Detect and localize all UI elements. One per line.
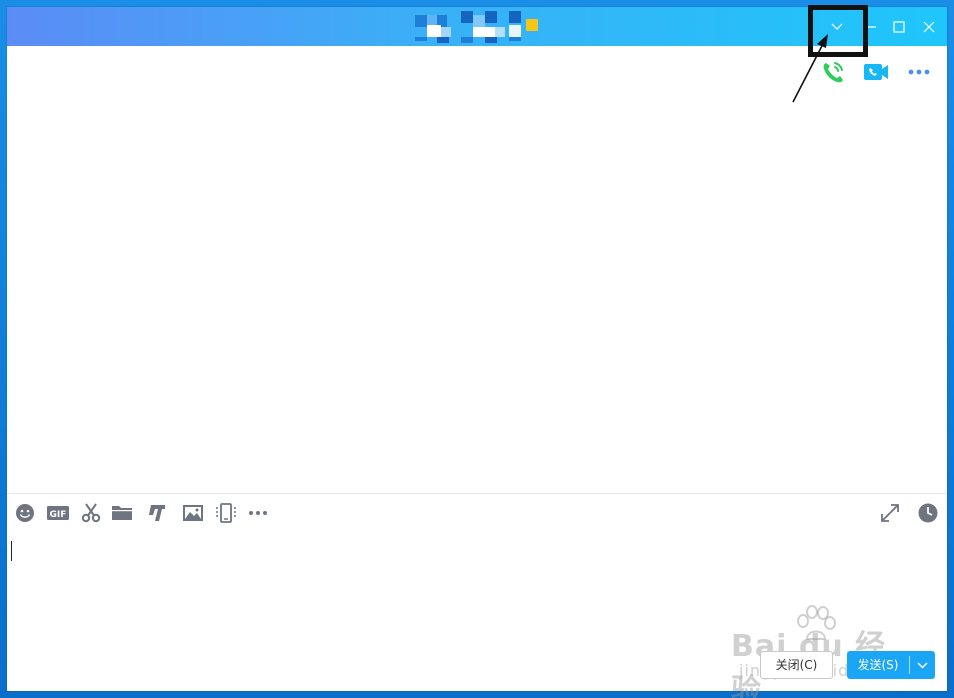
close-icon	[923, 21, 935, 32]
close-button[interactable]: 关闭(C)	[760, 651, 833, 679]
smiley-icon	[16, 504, 34, 522]
more-tools-button[interactable]	[246, 501, 270, 525]
maximize-icon	[893, 20, 905, 33]
chevron-down-icon	[917, 662, 928, 669]
message-history-area[interactable]	[7, 46, 947, 493]
folder-badge-icon	[526, 19, 538, 31]
image-button[interactable]	[181, 501, 205, 525]
emoji-button[interactable]	[13, 501, 37, 525]
clock-icon	[918, 503, 938, 523]
scissors-icon	[81, 503, 101, 523]
expand-input-button[interactable]	[878, 501, 902, 525]
screenshot-button[interactable]	[79, 501, 103, 525]
chat-window: GIF Bai du 经验 关闭(C) 发送(S)	[7, 5, 947, 698]
message-input[interactable]	[7, 529, 947, 647]
input-toolbar: GIF	[7, 501, 947, 527]
image-icon	[183, 505, 203, 521]
send-options-dropdown[interactable]	[910, 651, 935, 679]
send-button-label: 发送(S)	[857, 658, 899, 672]
shake-button[interactable]	[214, 501, 238, 525]
history-button[interactable]	[916, 501, 940, 525]
gif-icon: GIF	[47, 506, 69, 520]
folder-icon	[112, 506, 132, 520]
maximize-button[interactable]	[883, 7, 915, 46]
contact-name-pixelated	[405, 9, 537, 43]
svg-text:GIF: GIF	[50, 510, 67, 520]
text-caret	[11, 541, 12, 561]
gif-button[interactable]: GIF	[45, 501, 71, 525]
more-dots-icon	[249, 511, 267, 515]
expand-icon	[881, 504, 899, 522]
vibrate-icon	[216, 503, 236, 523]
file-button[interactable]	[110, 501, 134, 525]
music-note-icon	[149, 505, 165, 521]
close-window-button[interactable]	[913, 7, 945, 46]
input-divider	[7, 493, 947, 494]
send-button[interactable]: 发送(S)	[847, 651, 935, 679]
music-button[interactable]	[145, 501, 169, 525]
